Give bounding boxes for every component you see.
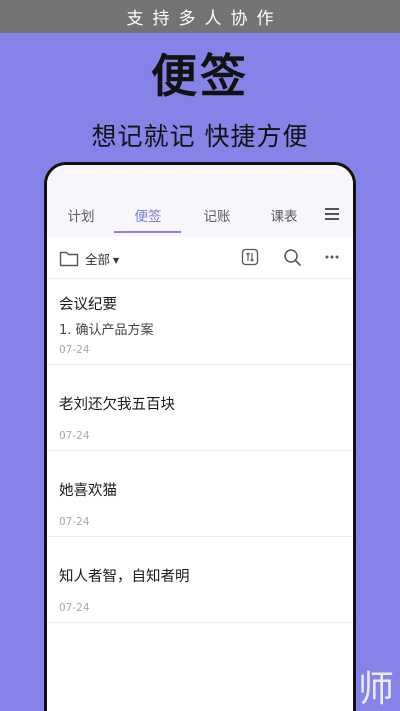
note-card[interactable]: 她喜欢猫 07-24: [47, 451, 353, 537]
tab-bar: 计划 便签 记账 课表: [47, 165, 353, 237]
top-banner: 支持多人协作: [0, 0, 400, 33]
tab-accounting[interactable]: 记账: [204, 205, 231, 225]
note-title: 老刘还欠我五百块: [59, 397, 175, 413]
chevron-down-icon: ▼: [113, 256, 120, 265]
menu-icon[interactable]: [325, 208, 339, 220]
note-title: 知人者智，自知者明: [59, 569, 190, 585]
note-title: 她喜欢猫: [59, 483, 117, 499]
banner-text: 支持多人协作: [126, 9, 283, 29]
folder-filter[interactable]: 全部 ▼: [85, 249, 119, 268]
note-card[interactable]: 老刘还欠我五百块 07-24: [47, 365, 353, 451]
folder-filter-label: 全部: [85, 252, 111, 267]
phone-frame: 计划 便签 记账 课表 全部 ▼ 会议纪要 1. 确认产品方案 07-24 老刘…: [44, 162, 356, 711]
note-card[interactable]: 会议纪要 1. 确认产品方案 07-24: [47, 279, 353, 365]
tab-notes[interactable]: 便签: [135, 205, 162, 225]
hero-title: 便签: [151, 49, 249, 103]
tab-timetable[interactable]: 课表: [271, 205, 298, 225]
more-icon[interactable]: [325, 250, 339, 264]
note-title: 会议纪要: [59, 297, 117, 313]
note-date: 07-24: [59, 602, 90, 614]
search-icon[interactable]: [283, 248, 302, 267]
hero-subtitle: 想记就记 快捷方便: [91, 122, 309, 151]
watermark: 师: [357, 669, 394, 710]
note-body: 1. 确认产品方案: [59, 323, 154, 338]
note-date: 07-24: [59, 344, 90, 356]
note-date: 07-24: [59, 430, 90, 442]
tab-plan[interactable]: 计划: [68, 205, 95, 225]
notes-toolbar: 全部 ▼: [47, 237, 353, 279]
note-date: 07-24: [59, 516, 90, 528]
active-tab-underline: [114, 231, 181, 233]
note-card[interactable]: 知人者智，自知者明 07-24: [47, 537, 353, 623]
sort-icon[interactable]: [241, 248, 259, 266]
folder-icon[interactable]: [59, 249, 79, 267]
